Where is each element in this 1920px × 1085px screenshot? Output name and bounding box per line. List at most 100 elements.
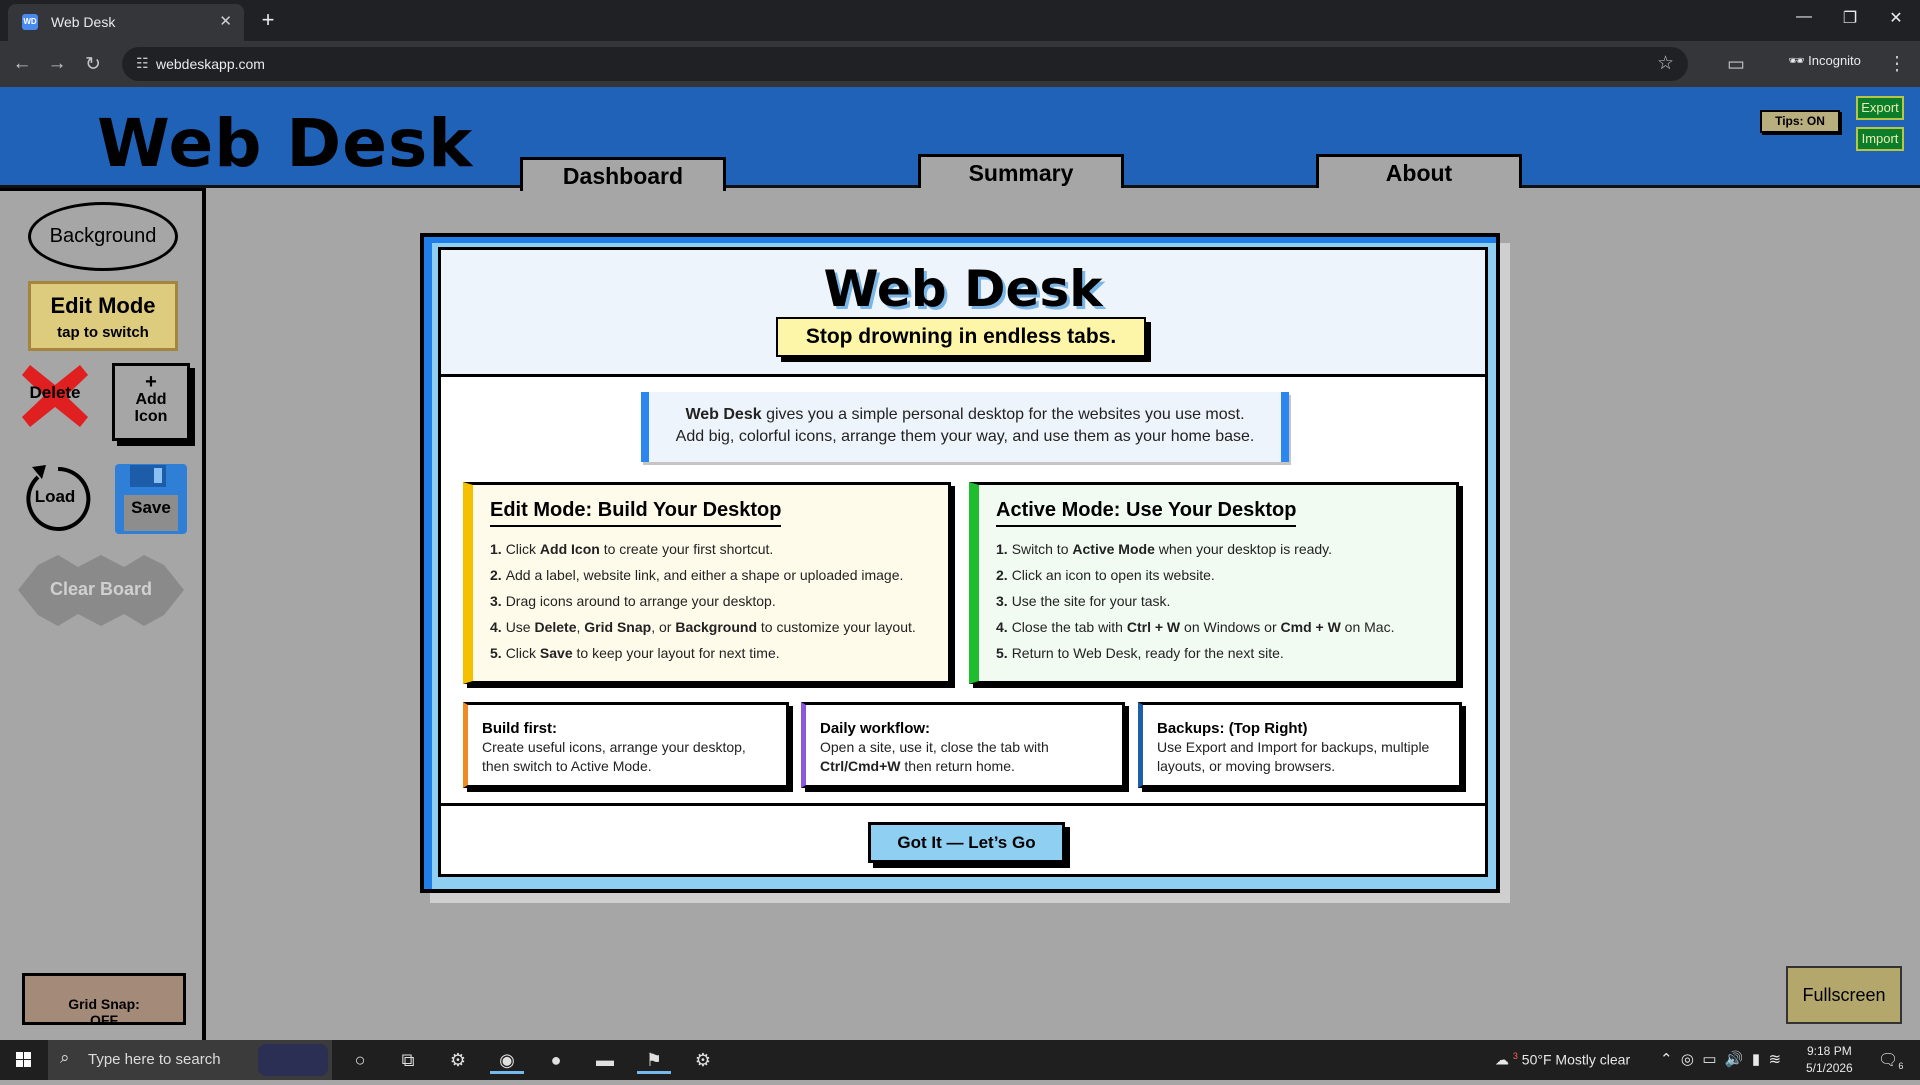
tip-body-text: Open a site, use it, close the tab with — [820, 739, 1049, 755]
clock-time: 9:18 PM — [1807, 1044, 1852, 1058]
clear-board-label: Clear Board — [49, 579, 153, 599]
edit-mode-subtitle: tap to switch — [57, 324, 149, 341]
step-number: 2. — [490, 567, 502, 583]
step-text: to customize your layout. — [757, 619, 916, 635]
clear-board-button[interactable]: Clear Board — [18, 553, 184, 628]
menu-icon[interactable]: ⋮ — [1885, 53, 1909, 76]
step-number: 3. — [996, 593, 1008, 609]
incognito-indicator[interactable]: 🕶 Incognito — [1788, 53, 1861, 69]
app-icon[interactable]: ⚙ — [441, 1046, 475, 1074]
step-number: 2. — [996, 567, 1008, 583]
task-view-icon[interactable]: ⧉ — [391, 1046, 425, 1074]
tab-summary[interactable]: Summary — [918, 154, 1124, 188]
step-text: Add a label, website link, and either a … — [505, 567, 904, 583]
step-item: 1. Click Add Icon to create your first sh… — [490, 541, 940, 558]
weather-temp: 50°F — [1521, 1051, 1552, 1068]
step-text: on Windows or — [1180, 619, 1281, 635]
wifi-icon[interactable]: ≋ — [1769, 1051, 1782, 1068]
taskbar-clock[interactable]: 9:18 PM 5/1/2026 — [1806, 1043, 1853, 1077]
search-highlight-image — [258, 1044, 328, 1076]
minimize-icon[interactable]: — — [1784, 8, 1824, 26]
step-text: to create your first shortcut. — [599, 541, 774, 557]
delete-button[interactable]: Delete — [18, 361, 92, 431]
modal-header: Web Desk Stop drowning in endless tabs. — [441, 250, 1485, 377]
step-number: 1. — [490, 541, 502, 557]
step-text: Click an icon to open its website. — [1011, 567, 1215, 583]
close-window-icon[interactable]: ✕ — [1876, 8, 1916, 28]
tip-heading: Backups: (Top Right) — [1157, 720, 1308, 737]
chevron-up-icon[interactable]: ⌃ — [1660, 1051, 1673, 1068]
settings-icon[interactable]: ⚙ — [686, 1046, 720, 1074]
step-text: Use the site for your task. — [1011, 593, 1171, 609]
url-text: webdeskapp.com — [156, 56, 265, 72]
tab-about[interactable]: About — [1316, 154, 1522, 188]
bookmark-star-icon[interactable]: ☆ — [1657, 52, 1674, 75]
background-button[interactable]: Background — [28, 202, 178, 271]
browser-tab[interactable]: WD Web Desk ✕ — [8, 4, 244, 41]
firefox-icon[interactable]: ● — [539, 1046, 573, 1074]
volume-icon[interactable]: 🔊 — [1725, 1051, 1744, 1068]
export-button[interactable]: Export — [1856, 96, 1904, 120]
load-label: Load — [34, 487, 76, 506]
file-explorer-icon[interactable]: ▬ — [588, 1046, 622, 1074]
add-icon-button[interactable]: + Add Icon — [112, 363, 190, 441]
new-tab-icon[interactable]: + — [254, 7, 282, 33]
edit-mode-card: Edit Mode: Build Your Desktop 1. Click Ad… — [463, 482, 951, 684]
display-icon: ▭ — [1702, 1051, 1717, 1068]
windows-taskbar: ⌕ Type here to search ○ ⧉ ⚙ ◉ ● ▬ ⚑ ⚙ ☁ … — [0, 1040, 1920, 1080]
weather-widget[interactable]: ☁ 3 50°F Mostly clear — [1495, 1051, 1630, 1069]
step-number: 4. — [996, 619, 1008, 635]
site-info-icon[interactable]: ☷ — [136, 55, 149, 72]
grid-snap-toggle[interactable]: Grid Snap: OFF — [22, 973, 186, 1025]
step-item: 4. Close the tab with Ctrl + W on Windows… — [996, 619, 1446, 636]
intro-line1: gives you a simple personal desktop for … — [761, 406, 1245, 423]
chrome-icon[interactable]: ◉ — [490, 1046, 524, 1074]
step-text: on Mac. — [1340, 619, 1395, 635]
step-number: 4. — [490, 619, 502, 635]
step-text: Click — [505, 541, 540, 557]
step-text: Click — [505, 645, 540, 661]
intro-box: Web Desk gives you a simple personal des… — [641, 392, 1289, 462]
tip-heading: Build first: — [482, 720, 557, 737]
step-item: 5. Click Save to keep your layout for nex… — [490, 645, 940, 662]
reload-icon[interactable]: ↻ — [81, 53, 105, 76]
tab-dashboard[interactable]: Dashboard — [520, 157, 726, 191]
incognito-icon: 🕶 — [1788, 53, 1805, 68]
tip-heading: Daily workflow: — [820, 720, 931, 737]
close-tab-icon[interactable]: ✕ — [219, 12, 232, 30]
edit-mode-button[interactable]: Edit Mode tap to switch — [28, 281, 178, 351]
modal-tagline: Stop drowning in endless tabs. — [776, 317, 1146, 357]
step-item: 1. Switch to Active Mode when your deskto… — [996, 541, 1446, 558]
tip-body: Create useful icons, arrange your deskto… — [482, 739, 746, 774]
tip-body-shortcut: Ctrl/Cmd+W — [820, 758, 901, 774]
fullscreen-button[interactable]: Fullscreen — [1786, 966, 1902, 1024]
load-button[interactable]: Load — [18, 459, 92, 535]
forward-icon[interactable]: → — [45, 53, 69, 75]
browser-tab-strip: WD Web Desk ✕ + — ❐ ✕ — [0, 0, 1920, 41]
step-text: Drag icons around to arrange your deskto… — [505, 593, 776, 609]
battery-icon[interactable]: ▮ — [1752, 1051, 1760, 1068]
got-it-button[interactable]: Got It — Let’s Go — [868, 822, 1065, 863]
search-placeholder: Type here to search — [88, 1051, 221, 1068]
address-bar[interactable]: ☷ webdeskapp.com ☆ — [122, 47, 1688, 81]
cortana-icon[interactable]: ○ — [343, 1046, 377, 1074]
tip-body-text: then return home. — [900, 758, 1015, 774]
save-button[interactable]: Save — [114, 463, 188, 535]
clock-date: 5/1/2026 — [1806, 1061, 1853, 1075]
tips-toggle[interactable]: Tips: ON — [1760, 110, 1840, 133]
back-icon[interactable]: ← — [10, 53, 34, 75]
tip-build-first: Build first: Create useful icons, arrang… — [463, 702, 789, 788]
start-button[interactable] — [0, 1040, 48, 1080]
system-tray[interactable]: ⌃ ◎ ▭ 🔊 ▮ ≋ — [1660, 1050, 1781, 1068]
pinned-app-icon[interactable]: ⚑ — [637, 1046, 671, 1074]
cast-icon[interactable]: ▭ — [1724, 53, 1748, 76]
taskbar-search[interactable]: ⌕ Type here to search — [48, 1040, 332, 1080]
import-button[interactable]: Import — [1856, 127, 1904, 151]
incognito-label: Incognito — [1808, 53, 1861, 68]
restore-icon[interactable]: ❐ — [1830, 8, 1870, 28]
step-text: Close the tab with — [1011, 619, 1127, 635]
tab-title: Web Desk — [51, 14, 116, 30]
notifications-icon[interactable]: 🗨6 — [1878, 1050, 1903, 1071]
step-text: Return to Web Desk, ready for the next s… — [1011, 645, 1284, 661]
edit-mode-title: Edit Mode — [50, 293, 156, 318]
